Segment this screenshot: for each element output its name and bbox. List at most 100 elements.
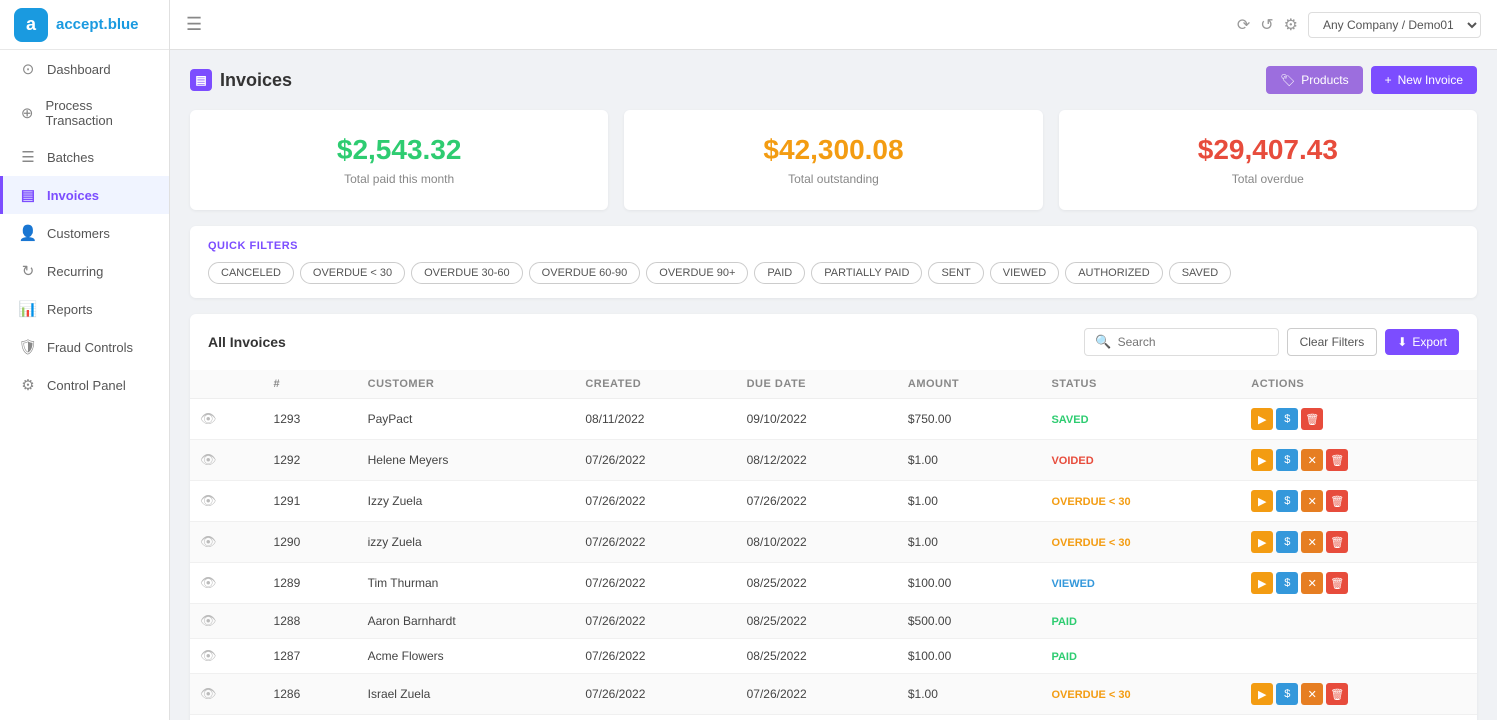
action-buttons: ▶$✕🗑 bbox=[1251, 490, 1467, 512]
send-button[interactable]: ▶ bbox=[1251, 683, 1273, 705]
col-due: DUE DATE bbox=[737, 370, 898, 399]
sidebar-item-customers[interactable]: 👤 Customers bbox=[0, 214, 169, 252]
delete-button[interactable]: 🗑 bbox=[1326, 490, 1348, 512]
status-badge: OVERDUE < 30 bbox=[1051, 689, 1130, 701]
status-badge: OVERDUE < 30 bbox=[1051, 496, 1130, 508]
page-title-icon: ▤ bbox=[190, 69, 212, 91]
send-button[interactable]: ▶ bbox=[1251, 531, 1273, 553]
filter-paid[interactable]: PAID bbox=[754, 262, 805, 284]
search-input[interactable] bbox=[1118, 335, 1268, 349]
send-button[interactable]: ▶ bbox=[1251, 408, 1273, 430]
reload-icon[interactable]: ↺ bbox=[1260, 15, 1273, 35]
col-eye bbox=[190, 370, 264, 399]
actions-cell: ▶$✕🗑 bbox=[1241, 522, 1477, 563]
delete-button[interactable]: 🗑 bbox=[1326, 531, 1348, 553]
invoice-number: 1289 bbox=[264, 563, 358, 604]
sidebar-item-label: Invoices bbox=[47, 188, 99, 203]
sidebar-item-reports[interactable]: 📊 Reports bbox=[0, 290, 169, 328]
cancel-button[interactable]: ✕ bbox=[1301, 490, 1323, 512]
eye-cell: 👁 bbox=[190, 604, 264, 639]
filter-authorized[interactable]: AUTHORIZED bbox=[1065, 262, 1163, 284]
created-date: 07/26/2022 bbox=[575, 481, 736, 522]
filter-overdue-90[interactable]: OVERDUE 90+ bbox=[646, 262, 748, 284]
menu-toggle[interactable]: ☰ bbox=[186, 14, 202, 35]
eye-cell: 👁 bbox=[190, 481, 264, 522]
filter-overdue-30[interactable]: OVERDUE < 30 bbox=[300, 262, 405, 284]
action-buttons: ▶$🗑 bbox=[1251, 408, 1467, 430]
cancel-button[interactable]: ✕ bbox=[1301, 572, 1323, 594]
company-selector[interactable]: Any Company / Demo01 bbox=[1308, 12, 1481, 38]
stat-outstanding: $42,300.08 Total outstanding bbox=[624, 110, 1042, 210]
header-actions: 🏷 Products + New Invoice bbox=[1266, 66, 1477, 94]
eye-cell: 👁 bbox=[190, 563, 264, 604]
invoice-number: 1293 bbox=[264, 399, 358, 440]
eye-icon[interactable]: 👁 bbox=[200, 452, 217, 467]
sidebar-item-recurring[interactable]: ↻ Recurring bbox=[0, 252, 169, 290]
cancel-button[interactable]: ✕ bbox=[1301, 531, 1323, 553]
due-date: 07/26/2022 bbox=[737, 715, 898, 720]
settings-icon[interactable]: ⚙ bbox=[1284, 15, 1298, 35]
send-button[interactable]: ▶ bbox=[1251, 449, 1273, 471]
delete-button[interactable]: 🗑 bbox=[1326, 572, 1348, 594]
eye-icon[interactable]: 👁 bbox=[200, 411, 217, 426]
export-button[interactable]: ⬇ Export bbox=[1385, 329, 1459, 355]
table-title: All Invoices bbox=[208, 334, 286, 350]
actions-cell: ▶$✕🗑 bbox=[1241, 440, 1477, 481]
cancel-button[interactable]: ✕ bbox=[1301, 683, 1323, 705]
customer-name: Helene Meyers bbox=[358, 440, 576, 481]
sidebar-item-label: Recurring bbox=[47, 264, 103, 279]
customer-name: Tim Thurman bbox=[358, 563, 576, 604]
delete-button[interactable]: 🗑 bbox=[1326, 683, 1348, 705]
filter-canceled[interactable]: CANCELED bbox=[208, 262, 294, 284]
amount: $100.00 bbox=[898, 639, 1042, 674]
table-row: 👁 1286 Israel Zuela 07/26/2022 07/26/202… bbox=[190, 674, 1477, 715]
pay-button[interactable]: $ bbox=[1276, 683, 1298, 705]
sidebar-item-batches[interactable]: ☰ Batches bbox=[0, 138, 169, 176]
send-button[interactable]: ▶ bbox=[1251, 490, 1273, 512]
products-button[interactable]: 🏷 Products bbox=[1266, 66, 1363, 94]
amount: $0.00 bbox=[898, 715, 1042, 720]
new-invoice-button[interactable]: + New Invoice bbox=[1371, 66, 1477, 94]
status-badge: PAID bbox=[1051, 651, 1076, 663]
eye-icon[interactable]: 👁 bbox=[200, 575, 217, 590]
pay-button[interactable]: $ bbox=[1276, 490, 1298, 512]
filter-sent[interactable]: SENT bbox=[928, 262, 983, 284]
due-date: 08/25/2022 bbox=[737, 563, 898, 604]
sidebar-item-control-panel[interactable]: ⚙ Control Panel bbox=[0, 366, 169, 404]
sidebar-item-fraud-controls[interactable]: 🛡 Fraud Controls bbox=[0, 328, 169, 366]
stat-overdue-label: Total overdue bbox=[1079, 172, 1457, 186]
filter-overdue-30-60[interactable]: OVERDUE 30-60 bbox=[411, 262, 523, 284]
eye-icon[interactable]: 👁 bbox=[200, 493, 217, 508]
send-button[interactable]: ▶ bbox=[1251, 572, 1273, 594]
pay-button[interactable]: $ bbox=[1276, 531, 1298, 553]
invoices-table: # CUSTOMER CREATED DUE DATE AMOUNT STATU… bbox=[190, 370, 1477, 720]
sidebar-item-dashboard[interactable]: ⊙ Dashboard bbox=[0, 50, 169, 88]
eye-icon[interactable]: 👁 bbox=[200, 534, 217, 549]
eye-icon[interactable]: 👁 bbox=[200, 613, 217, 628]
pay-button[interactable]: $ bbox=[1276, 449, 1298, 471]
filter-viewed[interactable]: VIEWED bbox=[990, 262, 1059, 284]
action-buttons: ▶$✕🗑 bbox=[1251, 531, 1467, 553]
sidebar-item-process-transaction[interactable]: ⊕ Process Transaction bbox=[0, 88, 169, 138]
invoice-number: 1290 bbox=[264, 522, 358, 563]
content-area: ▤ Invoices 🏷 Products + New Invoice $2,5… bbox=[170, 50, 1497, 720]
eye-icon[interactable]: 👁 bbox=[200, 686, 217, 701]
filter-partially-paid[interactable]: PARTIALLY PAID bbox=[811, 262, 922, 284]
table-row: 👁 1293 PayPact 08/11/2022 09/10/2022 $75… bbox=[190, 399, 1477, 440]
invoice-number: 1292 bbox=[264, 440, 358, 481]
delete-button[interactable]: 🗑 bbox=[1326, 449, 1348, 471]
clear-filters-button[interactable]: Clear Filters bbox=[1287, 328, 1378, 356]
topbar-left: ☰ bbox=[186, 14, 202, 35]
sidebar-item-invoices[interactable]: ▤ Invoices bbox=[0, 176, 169, 214]
col-status: STATUS bbox=[1041, 370, 1241, 399]
pay-button[interactable]: $ bbox=[1276, 408, 1298, 430]
delete-button[interactable]: 🗑 bbox=[1301, 408, 1323, 430]
pay-button[interactable]: $ bbox=[1276, 572, 1298, 594]
created-date: 07/26/2022 bbox=[575, 715, 736, 720]
refresh-icon[interactable]: ⟳ bbox=[1237, 15, 1250, 35]
cancel-button[interactable]: ✕ bbox=[1301, 449, 1323, 471]
eye-icon[interactable]: 👁 bbox=[200, 648, 217, 663]
filter-overdue-60-90[interactable]: OVERDUE 60-90 bbox=[529, 262, 641, 284]
filter-saved[interactable]: SAVED bbox=[1169, 262, 1231, 284]
amount: $100.00 bbox=[898, 563, 1042, 604]
